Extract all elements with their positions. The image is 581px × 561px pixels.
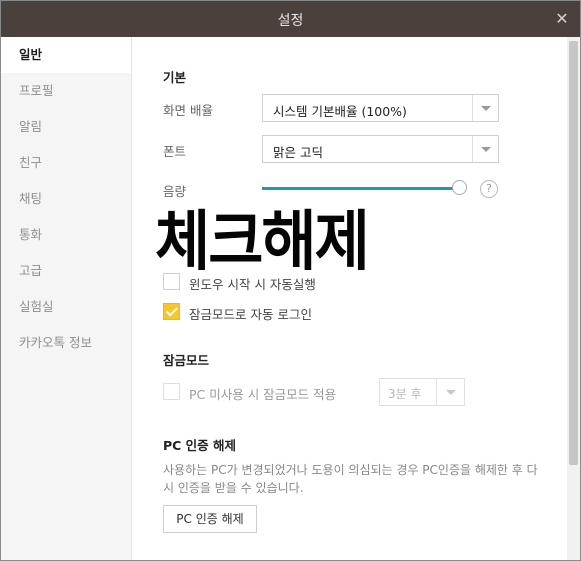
pc-auth-section-title: PC 인증 해제 — [163, 438, 237, 453]
auto-login-option[interactable]: 잠금모드로 자동 로그인 — [163, 303, 363, 322]
pc-auth-description: 사용하는 PC가 변경되었거나 도용이 의심되는 경우 PC인증을 해제한 후 … — [163, 463, 538, 495]
sidebar-item-labs[interactable]: 실험실 — [1, 289, 131, 325]
overlay-caption: 체크해제 — [155, 204, 370, 280]
sidebar-item-profile[interactable]: 프로필 — [1, 73, 131, 109]
zoom-label: 화면 배율 — [163, 103, 213, 118]
settings-window: 설정 ✕ 일반 프로필 알림 친구 채팅 통화 고급 실험실 카카오톡 정보 기… — [0, 0, 581, 561]
lock-mode-section-title: 잠금모드 — [163, 353, 210, 368]
font-select[interactable]: 맑은 고딕 — [262, 135, 499, 163]
font-select-value: 맑은 고딕 — [273, 145, 323, 160]
settings-content: 기본 화면 배율 시스템 기본배율 (100%) 폰트 맑은 고딕 음량 ? 윈… — [133, 37, 567, 560]
sidebar-item-friends[interactable]: 친구 — [1, 145, 131, 181]
sidebar-item-chat[interactable]: 채팅 — [1, 181, 131, 217]
sidebar-item-advanced[interactable]: 고급 — [1, 253, 131, 289]
idle-lock-checkbox[interactable] — [163, 383, 180, 400]
scrollbar[interactable] — [567, 37, 580, 560]
chevron-down-icon — [472, 95, 498, 121]
volume-slider-handle[interactable] — [452, 180, 467, 195]
auto-login-label: 잠금모드로 자동 로그인 — [189, 307, 312, 322]
basic-section-title: 기본 — [163, 70, 187, 85]
pc-auth-reset-button[interactable]: PC 인증 해제 — [163, 505, 257, 533]
title-bar: 설정 ✕ — [1, 1, 580, 37]
close-icon[interactable]: ✕ — [552, 9, 572, 29]
window-title: 설정 — [277, 13, 304, 29]
idle-lock-option[interactable]: PC 미사용 시 잠금모드 적용 — [163, 383, 363, 402]
zoom-select-value: 시스템 기본배율 (100%) — [273, 104, 407, 119]
auto-login-checkbox[interactable] — [163, 303, 180, 320]
font-label: 폰트 — [163, 144, 187, 159]
help-icon[interactable]: ? — [480, 180, 498, 198]
chevron-down-icon — [472, 136, 498, 162]
idle-lock-label: PC 미사용 시 잠금모드 적용 — [189, 387, 337, 402]
zoom-select[interactable]: 시스템 기본배율 (100%) — [262, 94, 499, 122]
sidebar-item-calls[interactable]: 통화 — [1, 217, 131, 253]
sidebar: 일반 프로필 알림 친구 채팅 통화 고급 실험실 카카오톡 정보 — [1, 37, 132, 560]
sidebar-item-general[interactable]: 일반 — [1, 37, 131, 73]
sidebar-item-notifications[interactable]: 알림 — [1, 109, 131, 145]
sidebar-item-about[interactable]: 카카오톡 정보 — [1, 325, 131, 361]
scrollbar-thumb[interactable] — [569, 41, 578, 465]
idle-time-value: 3분 후 — [388, 387, 422, 401]
chevron-down-icon — [436, 379, 464, 405]
idle-time-select[interactable]: 3분 후 — [379, 378, 465, 406]
